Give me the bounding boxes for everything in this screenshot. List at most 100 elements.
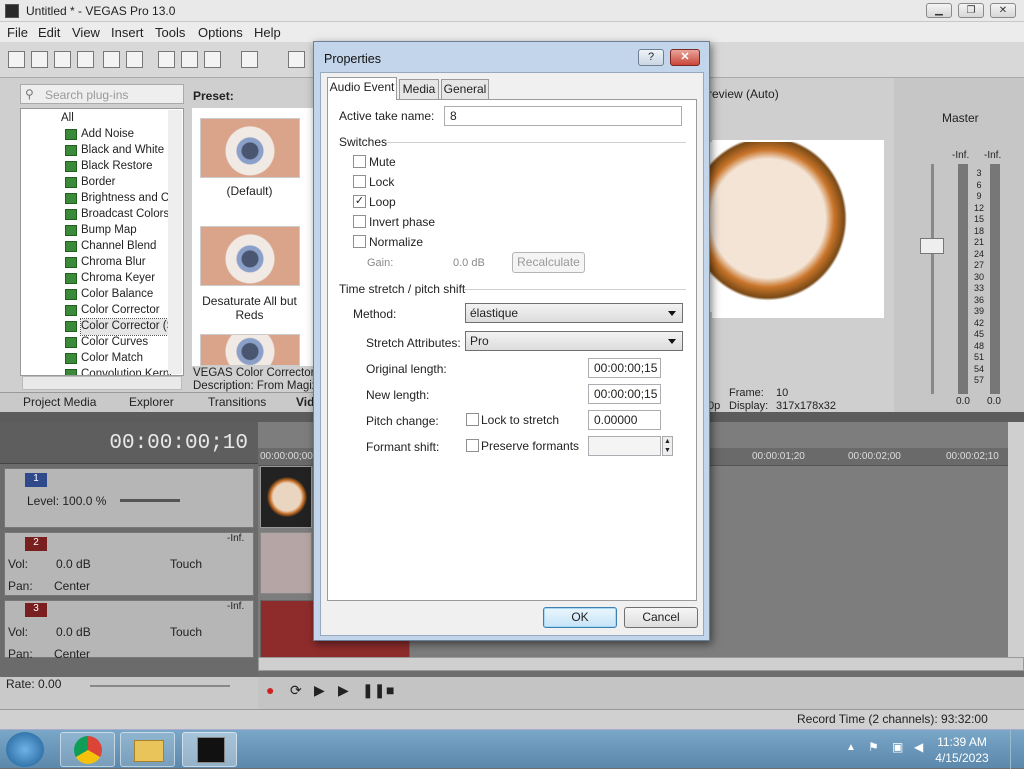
mute-checkbox[interactable] xyxy=(353,155,366,168)
ok-button[interactable]: OK xyxy=(543,607,617,628)
plugin-search-box[interactable]: ⚲ Search plug-ins xyxy=(20,84,184,104)
lock-to-stretch-label[interactable]: Lock to stretch xyxy=(481,413,559,427)
active-take-input[interactable]: 8 xyxy=(444,106,682,126)
audio-event-clip-2[interactable] xyxy=(260,532,312,594)
explorer-taskbar-button[interactable] xyxy=(120,732,175,767)
copy-icon[interactable] xyxy=(181,51,198,68)
redo-icon[interactable] xyxy=(288,51,305,68)
tree-item[interactable]: Add Noise xyxy=(65,127,134,143)
original-length-field[interactable]: 00:00:00;15 xyxy=(588,358,661,378)
save-as-icon[interactable] xyxy=(77,51,94,68)
stretch-attributes-dropdown[interactable]: Pro xyxy=(465,331,683,351)
preset-thumbnail-desaturate[interactable] xyxy=(200,226,300,286)
dialog-close-button[interactable]: ✕ xyxy=(670,49,700,66)
menu-insert[interactable]: Insert xyxy=(111,25,144,40)
cancel-button[interactable]: Cancel xyxy=(624,607,698,628)
timeline-hscroll[interactable] xyxy=(258,657,1024,671)
paste-icon[interactable] xyxy=(204,51,221,68)
tray-expand-icon[interactable]: ▲ xyxy=(846,742,856,753)
save-icon[interactable] xyxy=(54,51,71,68)
preserve-formants-label[interactable]: Preserve formants xyxy=(481,439,579,453)
rate-slider[interactable] xyxy=(90,685,230,687)
invert-phase-checkbox[interactable] xyxy=(353,215,366,228)
formant-shift-spinner[interactable]: ▲ ▼ xyxy=(662,436,673,456)
track-header-3[interactable]: 3 Vol: 0.0 dB Pan: Center Touch -Inf. xyxy=(4,600,254,661)
preserve-formants-checkbox[interactable] xyxy=(466,439,479,452)
tree-item[interactable]: Channel Blend xyxy=(65,239,156,255)
formant-shift-field[interactable] xyxy=(588,436,661,456)
tab-explorer[interactable]: Explorer xyxy=(129,395,174,409)
tree-item-all[interactable]: All xyxy=(61,111,74,127)
maximize-button[interactable]: ❐ xyxy=(958,3,984,18)
plugin-tree-vscroll[interactable] xyxy=(168,110,182,374)
tree-item[interactable]: Convolution Kerne xyxy=(65,367,176,375)
menu-file[interactable]: File xyxy=(7,25,28,40)
play-from-start-icon[interactable]: ▶ xyxy=(314,682,325,699)
tab-project-media[interactable]: Project Media xyxy=(23,395,96,409)
tree-item[interactable]: Chroma Blur xyxy=(65,255,146,271)
close-window-button[interactable]: ✕ xyxy=(990,3,1016,18)
render-icon[interactable] xyxy=(103,51,120,68)
minimize-button[interactable]: ▁ xyxy=(926,3,952,18)
timeline-vscroll[interactable] xyxy=(1008,422,1024,657)
menu-tools[interactable]: Tools xyxy=(155,25,185,40)
preset-thumbnail-3[interactable] xyxy=(200,334,300,366)
tree-item[interactable]: Color Curves xyxy=(65,335,148,351)
properties-icon[interactable] xyxy=(126,51,143,68)
recalculate-button[interactable]: Recalculate xyxy=(512,252,585,273)
tree-item[interactable]: Color Match xyxy=(65,351,143,367)
track3-automation-mode[interactable]: Touch xyxy=(170,625,202,639)
loop-icon[interactable]: ⟳ xyxy=(290,682,302,699)
preset-thumbnail-default[interactable] xyxy=(200,118,300,178)
track1-level-slider[interactable] xyxy=(120,499,180,502)
show-desktop-button[interactable] xyxy=(1010,730,1024,769)
tree-item[interactable]: Color Balance xyxy=(65,287,153,303)
start-button[interactable] xyxy=(6,732,44,767)
tree-item[interactable]: Brightness and Co xyxy=(65,191,176,207)
menu-options[interactable]: Options xyxy=(198,25,243,40)
normalize-checkbox[interactable] xyxy=(353,235,366,248)
track2-automation-mode[interactable]: Touch xyxy=(170,557,202,571)
taskbar-clock[interactable]: 11:39 AM 4/15/2023 xyxy=(932,734,992,766)
tree-item[interactable]: Color Corrector (S xyxy=(65,318,176,336)
video-event-clip[interactable] xyxy=(260,466,312,528)
tab-transitions[interactable]: Transitions xyxy=(208,395,266,409)
tree-item[interactable]: Bump Map xyxy=(65,223,137,239)
lock-label[interactable]: Lock xyxy=(369,175,394,189)
stop-icon[interactable]: ■ xyxy=(386,682,394,698)
cut-icon[interactable] xyxy=(158,51,175,68)
menu-help[interactable]: Help xyxy=(254,25,281,40)
tree-item[interactable]: Broadcast Colors xyxy=(65,207,169,223)
loop-label[interactable]: Loop xyxy=(369,195,396,209)
tab-video-fx[interactable]: Vid xyxy=(296,395,314,409)
tree-item[interactable]: Black and White xyxy=(65,143,164,159)
new-project-icon[interactable] xyxy=(8,51,25,68)
tree-item[interactable]: Chroma Keyer xyxy=(65,271,155,287)
tab-media[interactable]: Media xyxy=(399,79,439,99)
tree-item[interactable]: Color Corrector xyxy=(65,303,160,319)
tree-item[interactable]: Border xyxy=(65,175,116,191)
tab-general[interactable]: General xyxy=(441,79,489,99)
new-length-field[interactable]: 00:00:00;15 xyxy=(588,384,661,404)
vegas-taskbar-button[interactable] xyxy=(182,732,237,767)
play-icon[interactable]: ▶ xyxy=(338,682,349,699)
volume-icon[interactable]: ◀ xyxy=(914,740,923,754)
chrome-taskbar-button[interactable] xyxy=(60,732,115,767)
invert-phase-label[interactable]: Invert phase xyxy=(369,215,435,229)
lock-checkbox[interactable] xyxy=(353,175,366,188)
normalize-label[interactable]: Normalize xyxy=(369,235,423,249)
mute-label[interactable]: Mute xyxy=(369,155,396,169)
track-header-2[interactable]: 2 Vol: 0.0 dB Pan: Center Touch -Inf. xyxy=(4,532,254,596)
dialog-help-button[interactable]: ? xyxy=(638,49,664,66)
action-center-icon[interactable]: ⚑ xyxy=(868,740,879,754)
pitch-change-field[interactable]: 0.00000 xyxy=(588,410,661,430)
undo-icon[interactable] xyxy=(241,51,258,68)
tab-audio-event[interactable]: Audio Event xyxy=(327,77,397,100)
menu-view[interactable]: View xyxy=(72,25,100,40)
open-folder-icon[interactable] xyxy=(31,51,48,68)
preview-quality[interactable]: review (Auto) xyxy=(708,87,779,101)
menu-edit[interactable]: Edit xyxy=(38,25,60,40)
track-header-1[interactable]: 1 Level: 100.0 % xyxy=(4,468,254,528)
method-dropdown[interactable]: élastique xyxy=(465,303,683,323)
plugin-tree-hscroll[interactable] xyxy=(22,376,182,390)
